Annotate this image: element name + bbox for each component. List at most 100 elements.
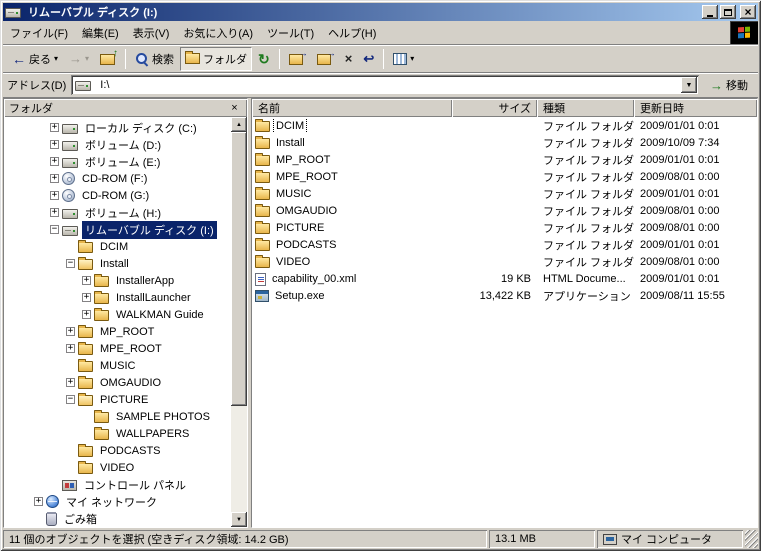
tree-item-label[interactable]: SAMPLE PHOTOS: [113, 410, 213, 424]
file-name[interactable]: Setup.exe: [273, 289, 327, 303]
tree-item[interactable]: + ローカル ディスク (C:): [4, 119, 231, 136]
file-name[interactable]: DCIM: [272, 118, 308, 133]
expand-plus-icon[interactable]: +: [82, 293, 91, 302]
file-row[interactable]: OMGAUDIO ファイル フォルダ 2009/08/01 0:00: [252, 202, 757, 219]
tree-item[interactable]: ごみ箱: [4, 510, 231, 527]
menu-item-2[interactable]: 表示(V): [126, 21, 177, 44]
close-button[interactable]: ×: [740, 5, 756, 19]
collapse-minus-icon[interactable]: −: [66, 395, 75, 404]
tree-item-label[interactable]: リムーバブル ディスク (I:): [82, 220, 217, 239]
expand-plus-icon[interactable]: +: [66, 378, 75, 387]
undo-button[interactable]: ↩: [358, 47, 379, 71]
file-list[interactable]: DCIM ファイル フォルダ 2009/01/01 0:01 Install ファイル …: [252, 117, 757, 527]
folders-panel-close-button[interactable]: ×: [227, 101, 242, 115]
tree-item[interactable]: + ボリューム (H:): [4, 204, 231, 221]
scroll-up-button[interactable]: ▲: [231, 117, 247, 132]
tree-item-label[interactable]: ボリューム (D:): [82, 136, 164, 154]
file-row[interactable]: MP_ROOT ファイル フォルダ 2009/01/01 0:01: [252, 151, 757, 168]
views-button[interactable]: ▾: [388, 47, 419, 71]
tree-item[interactable]: + CD-ROM (G:): [4, 187, 231, 204]
tree-item-label[interactable]: ボリューム (H:): [82, 204, 164, 222]
tree-item[interactable]: コントロール パネル: [4, 476, 231, 493]
tree-item-label[interactable]: MUSIC: [97, 359, 138, 373]
menu-item-0[interactable]: ファイル(F): [3, 21, 75, 44]
tree-item-label[interactable]: Install: [97, 257, 132, 271]
file-name[interactable]: OMGAUDIO: [274, 204, 339, 218]
file-name[interactable]: capability_00.xml: [270, 272, 358, 286]
tree-item-label[interactable]: マイ ネットワーク: [63, 493, 160, 511]
scroll-down-button[interactable]: ▼: [231, 512, 247, 527]
expand-plus-icon[interactable]: +: [82, 276, 91, 285]
tree-item[interactable]: WALLPAPERS: [4, 425, 231, 442]
move-to-button[interactable]: [284, 47, 311, 71]
scrollbar-thumb[interactable]: [231, 132, 247, 406]
tree-item[interactable]: + MPE_ROOT: [4, 340, 231, 357]
column-header-2[interactable]: 種類: [537, 99, 634, 117]
folders-button[interactable]: フォルダ: [180, 46, 253, 71]
file-row[interactable]: MUSIC ファイル フォルダ 2009/01/01 0:01: [252, 185, 757, 202]
column-header-3[interactable]: 更新日時: [634, 99, 757, 117]
menu-item-5[interactable]: ヘルプ(H): [321, 21, 383, 44]
tree-item-label[interactable]: PICTURE: [97, 393, 151, 407]
file-row[interactable]: MPE_ROOT ファイル フォルダ 2009/08/01 0:00: [252, 168, 757, 185]
tree-item-label[interactable]: VIDEO: [97, 461, 137, 475]
tree-item-label[interactable]: WALLPAPERS: [113, 427, 192, 441]
expand-plus-icon[interactable]: +: [50, 140, 59, 149]
file-row[interactable]: Setup.exe 13,422 KB アプリケーション 2009/08/11 15:…: [252, 287, 757, 304]
file-name[interactable]: PODCASTS: [274, 238, 339, 252]
file-name[interactable]: Install: [274, 136, 307, 150]
resize-grip[interactable]: [745, 530, 758, 548]
views-dropdown-icon[interactable]: ▾: [410, 54, 414, 63]
collapse-minus-icon[interactable]: −: [50, 225, 59, 234]
tree-item-label[interactable]: MPE_ROOT: [97, 342, 165, 356]
tree-item-label[interactable]: ボリューム (E:): [82, 153, 163, 171]
expand-plus-icon[interactable]: +: [50, 208, 59, 217]
tree-item-label[interactable]: InstallLauncher: [113, 291, 194, 305]
collapse-minus-icon[interactable]: −: [66, 259, 75, 268]
file-name[interactable]: VIDEO: [274, 255, 312, 269]
file-name[interactable]: MP_ROOT: [274, 153, 332, 167]
file-row[interactable]: PICTURE ファイル フォルダ 2009/08/01 0:00: [252, 219, 757, 236]
search-button[interactable]: 検索: [130, 47, 179, 71]
delete-button[interactable]: ×: [340, 47, 358, 71]
expand-plus-icon[interactable]: +: [66, 327, 75, 336]
copy-to-button[interactable]: [312, 47, 339, 71]
tree-item-label[interactable]: CD-ROM (G:): [79, 189, 152, 203]
file-row[interactable]: PODCASTS ファイル フォルダ 2009/01/01 0:01: [252, 236, 757, 253]
back-button[interactable]: ← 戻る ▾: [7, 47, 63, 71]
file-row[interactable]: VIDEO ファイル フォルダ 2009/08/01 0:00: [252, 253, 757, 270]
tree-item[interactable]: + InstallerApp: [4, 272, 231, 289]
expand-plus-icon[interactable]: +: [82, 310, 91, 319]
expand-plus-icon[interactable]: +: [50, 157, 59, 166]
tree-item[interactable]: + OMGAUDIO: [4, 374, 231, 391]
tree-item-label[interactable]: OMGAUDIO: [97, 376, 164, 390]
file-name[interactable]: PICTURE: [274, 221, 326, 235]
address-dropdown-button[interactable]: ▼: [681, 77, 697, 93]
file-row[interactable]: DCIM ファイル フォルダ 2009/01/01 0:01: [252, 117, 757, 134]
menu-item-1[interactable]: 編集(E): [75, 21, 126, 44]
file-name[interactable]: MPE_ROOT: [274, 170, 340, 184]
column-header-0[interactable]: 名前: [252, 99, 452, 117]
tree-item[interactable]: DCIM: [4, 238, 231, 255]
tree-item-label[interactable]: DCIM: [97, 240, 131, 254]
file-name[interactable]: MUSIC: [274, 187, 313, 201]
file-row[interactable]: capability_00.xml 19 KB HTML Docume... 2009…: [252, 270, 757, 287]
tree-item[interactable]: − リムーバブル ディスク (I:): [4, 220, 231, 239]
tree-item-label[interactable]: CD-ROM (F:): [79, 172, 150, 186]
tree-item-label[interactable]: PODCASTS: [97, 444, 164, 458]
tree-item[interactable]: MUSIC: [4, 357, 231, 374]
column-header-1[interactable]: サイズ: [452, 99, 537, 117]
maximize-button[interactable]: [720, 5, 736, 19]
expand-plus-icon[interactable]: +: [50, 174, 59, 183]
tree-item-label[interactable]: InstallerApp: [113, 274, 177, 288]
up-button[interactable]: [95, 47, 121, 71]
titlebar[interactable]: リムーバブル ディスク (I:) ×: [3, 3, 758, 21]
tree-item[interactable]: SAMPLE PHOTOS: [4, 408, 231, 425]
tree-item-label[interactable]: コントロール パネル: [81, 476, 189, 494]
tree-item[interactable]: + マイ ネットワーク: [4, 493, 231, 510]
tree-item[interactable]: − PICTURE: [4, 391, 231, 408]
tree-item-label[interactable]: ローカル ディスク (C:): [82, 119, 200, 137]
back-dropdown-icon[interactable]: ▾: [54, 54, 58, 63]
tree-item-label[interactable]: MP_ROOT: [97, 325, 157, 339]
tree-item[interactable]: VIDEO: [4, 459, 231, 476]
